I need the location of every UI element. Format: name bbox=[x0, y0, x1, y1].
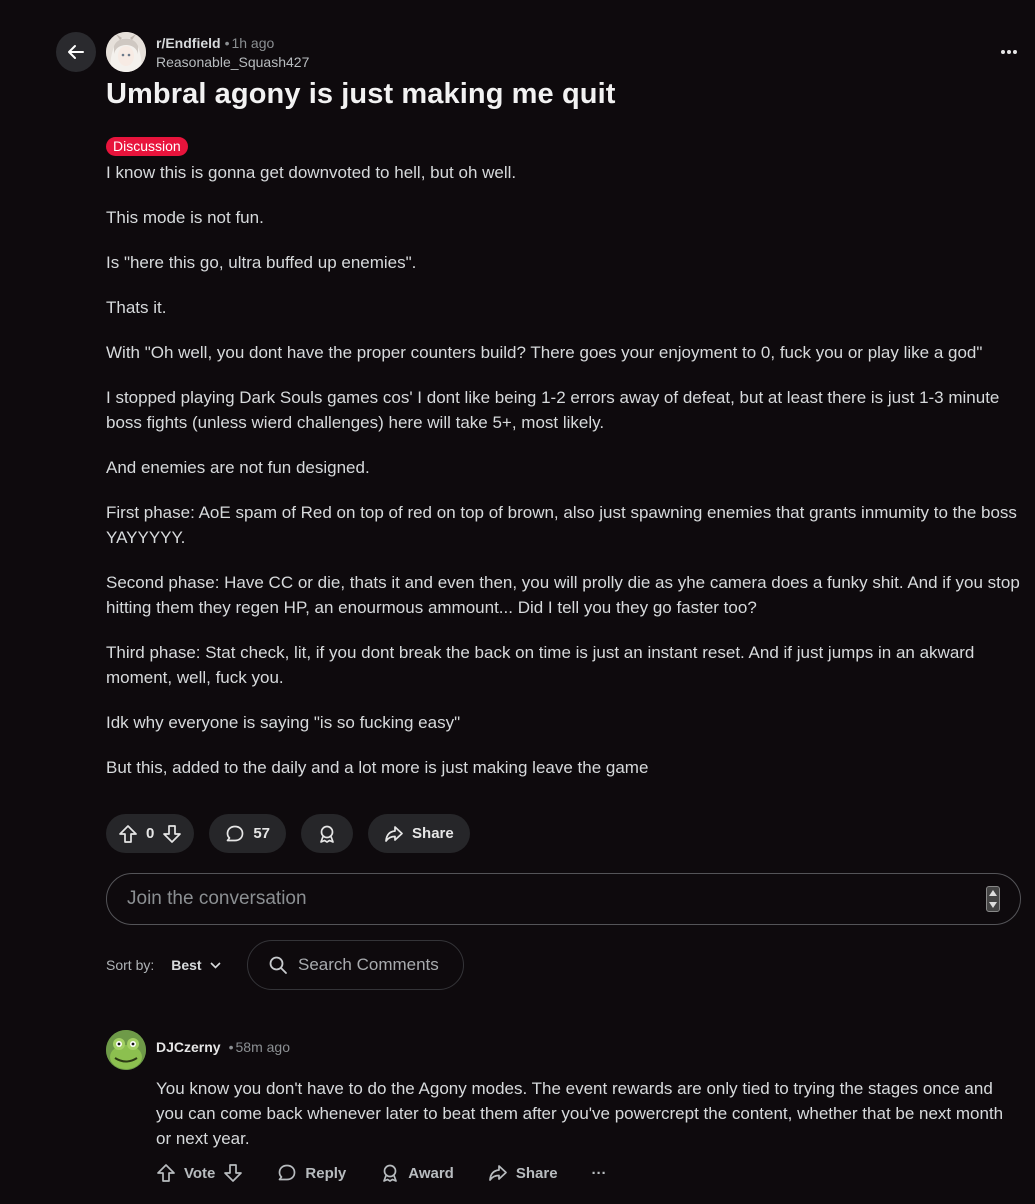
scroll-stepper[interactable] bbox=[986, 886, 1000, 912]
chevron-up-icon bbox=[989, 890, 997, 896]
comment-text: You know you don't have to do the Agony … bbox=[156, 1079, 1004, 1148]
post-action-bar: 0 57 Share bbox=[106, 814, 470, 853]
comment-award-button[interactable]: Award bbox=[380, 1163, 454, 1183]
post-body: I know this is gonna get downvoted to he… bbox=[106, 160, 1021, 800]
sort-control: Sort by: Best bbox=[106, 957, 221, 973]
arrow-left-icon bbox=[68, 45, 84, 59]
chevron-down-icon bbox=[210, 961, 221, 969]
subreddit-avatar[interactable] bbox=[106, 32, 146, 72]
post-time: 1h ago bbox=[231, 35, 275, 51]
post-paragraph: I know this is gonna get downvoted to he… bbox=[106, 163, 517, 182]
comment-icon bbox=[226, 825, 244, 841]
post-paragraph: But this, added to the daily and a lot m… bbox=[106, 758, 649, 777]
reply-label: Reply bbox=[305, 1164, 347, 1182]
search-comments-field[interactable]: Search Comments bbox=[247, 940, 464, 990]
comments-button[interactable]: 57 bbox=[209, 814, 287, 853]
comment-more-button[interactable]: ··· bbox=[592, 1165, 607, 1182]
more-horizontal-icon bbox=[1001, 50, 1017, 54]
post-paragraph: With "Oh well, you dont have the proper … bbox=[106, 343, 983, 362]
vote-score: 0 bbox=[146, 825, 155, 842]
comment-time: 58m ago bbox=[235, 1039, 290, 1055]
flair-badge[interactable]: Discussion bbox=[106, 137, 188, 156]
sort-label: Sort by: bbox=[106, 957, 155, 973]
post-paragraph: Third phase: Stat check, lit, if you don… bbox=[106, 643, 975, 687]
share-label: Share bbox=[412, 825, 454, 842]
comment-meta: DJCzerny • 58m ago bbox=[156, 1039, 290, 1055]
join-conversation-input[interactable] bbox=[127, 888, 986, 910]
more-horizontal-icon: ··· bbox=[591, 1164, 607, 1182]
comment-composer bbox=[106, 873, 1021, 925]
post-paragraph: Second phase: Have CC or die, thats it a… bbox=[106, 573, 1020, 617]
downvote-button[interactable] bbox=[162, 824, 182, 844]
sort-dropdown[interactable]: Best bbox=[171, 957, 221, 973]
comment-count: 57 bbox=[253, 825, 271, 842]
separator-dot: • bbox=[224, 35, 230, 51]
comment-share-label: Share bbox=[515, 1164, 558, 1182]
post-paragraph: This mode is not fun. bbox=[106, 208, 264, 227]
sort-value: Best bbox=[171, 957, 202, 973]
comment-upvote-button[interactable] bbox=[156, 1163, 176, 1183]
comment-vote-label: Vote bbox=[184, 1164, 216, 1182]
post-paragraph: First phase: AoE spam of Red on top of r… bbox=[106, 503, 1017, 547]
search-comments-placeholder: Search Comments bbox=[298, 955, 439, 974]
comment-avatar[interactable] bbox=[106, 1030, 146, 1070]
chevron-down-icon bbox=[989, 902, 997, 908]
comment-icon bbox=[279, 1164, 296, 1181]
share-button[interactable]: Share bbox=[368, 814, 470, 853]
arrow-down-icon bbox=[224, 1164, 243, 1182]
arrow-up-icon bbox=[157, 1164, 175, 1182]
post-paragraph: And enemies are not fun designed. bbox=[106, 458, 370, 477]
award-button[interactable] bbox=[301, 814, 354, 853]
post-paragraph: I stopped playing Dark Souls games cos' … bbox=[106, 388, 1000, 432]
comment-vote-group: Vote bbox=[156, 1163, 243, 1183]
comment-action-bar: Vote Reply Award Share ··· bbox=[156, 1163, 641, 1183]
share-icon bbox=[385, 825, 403, 842]
comment-downvote-button[interactable] bbox=[223, 1163, 243, 1183]
subreddit-link[interactable]: r/Endfield bbox=[156, 35, 221, 51]
vote-group: 0 bbox=[106, 814, 195, 853]
post-author[interactable]: Reasonable_Squash427 bbox=[156, 53, 309, 72]
post-title: Umbral agony is just making me quit bbox=[106, 78, 616, 110]
back-button[interactable] bbox=[56, 32, 96, 72]
comment-author[interactable]: DJCzerny bbox=[156, 1039, 221, 1055]
post-meta: r/Endfield • 1h ago Reasonable_Squash427 bbox=[156, 34, 309, 72]
upvote-button[interactable] bbox=[118, 824, 138, 844]
comment-share-button[interactable]: Share bbox=[488, 1163, 558, 1183]
post-paragraph: Thats it. bbox=[106, 298, 167, 317]
award-icon bbox=[383, 1164, 398, 1182]
post-paragraph: Idk why everyone is saying "is so fuckin… bbox=[106, 713, 461, 732]
arrow-up-icon bbox=[119, 824, 137, 843]
share-icon bbox=[488, 1165, 507, 1181]
arrow-down-icon bbox=[163, 824, 182, 843]
award-label: Award bbox=[408, 1164, 454, 1182]
separator-dot: • bbox=[228, 1039, 234, 1055]
more-options-button[interactable] bbox=[997, 40, 1021, 64]
post-paragraph: Is "here this go, ultra buffed up enemie… bbox=[106, 253, 417, 272]
comment-reply-button[interactable]: Reply bbox=[277, 1163, 346, 1183]
award-icon bbox=[320, 825, 334, 843]
search-icon bbox=[269, 956, 287, 974]
